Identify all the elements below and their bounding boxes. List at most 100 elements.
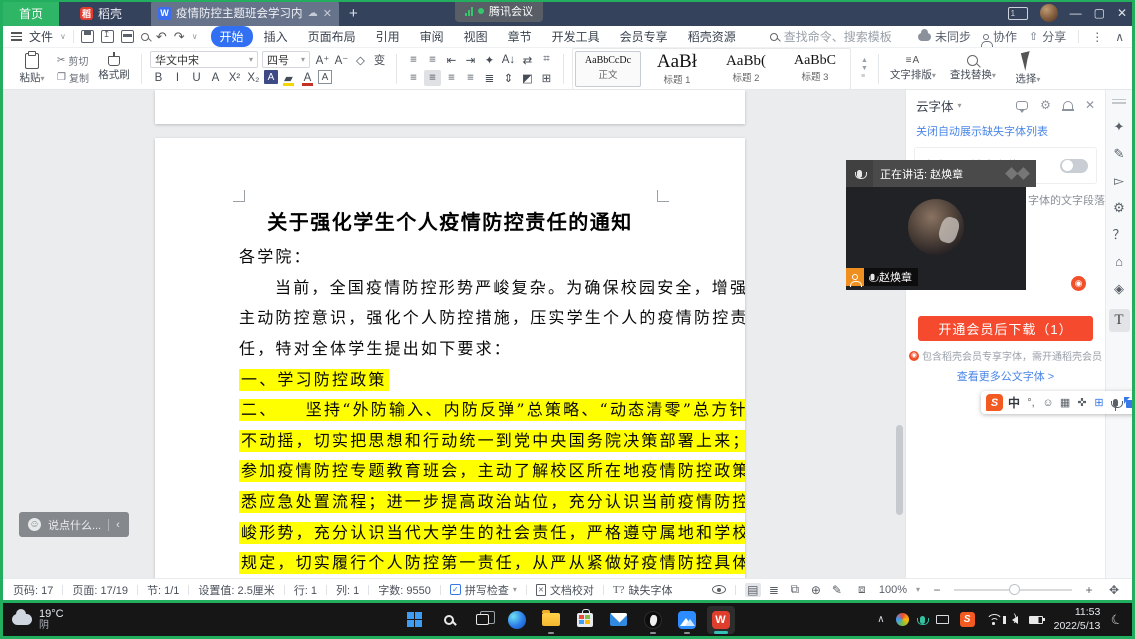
- ime-punctuation-icon[interactable]: °,: [1025, 397, 1037, 409]
- highlight-toggle[interactable]: [1060, 159, 1088, 173]
- sogou-logo-icon[interactable]: S: [986, 394, 1003, 411]
- weather-widget[interactable]: 19°C阴: [0, 608, 64, 631]
- undo-button[interactable]: ↶: [156, 29, 167, 45]
- highlight-color-icon[interactable]: ▰: [280, 70, 297, 86]
- find-replace-button[interactable]: 查找替换▾: [947, 55, 999, 82]
- hidden-icons-chevron[interactable]: ∧: [877, 614, 884, 625]
- font-color-icon[interactable]: A: [299, 70, 316, 86]
- sort-icon[interactable]: A↓: [500, 52, 517, 68]
- menu-tab-稻壳资源[interactable]: 稻壳资源: [679, 26, 745, 47]
- drag-handle-icon[interactable]: [1112, 97, 1126, 106]
- web-view-icon[interactable]: ⊕: [808, 583, 824, 597]
- style-card-正文[interactable]: AaBbCcDc正文: [575, 51, 641, 87]
- ime-voice-icon[interactable]: [1113, 399, 1118, 407]
- grow-font-icon[interactable]: A⁺: [314, 52, 331, 68]
- style-card-标题 1[interactable]: AaBł标题 1: [644, 51, 710, 87]
- download-after-vip-button[interactable]: 开通会员后下载（1）: [918, 316, 1093, 341]
- status-item[interactable]: 列: 1: [336, 582, 359, 598]
- status-item[interactable]: 设置值: 2.5厘米: [198, 582, 274, 598]
- increase-indent-icon[interactable]: ⇥: [462, 52, 479, 68]
- participant-video[interactable]: 赵焕章: [846, 187, 1026, 290]
- text-layout-button[interactable]: ≡A 文字排版▾: [887, 55, 939, 82]
- ink-mode-icon[interactable]: ✎: [829, 583, 845, 597]
- tab-document[interactable]: W 疫情防控主题班会学习内容.docx ☁ ✕: [151, 0, 339, 26]
- menu-tab-引用[interactable]: 引用: [367, 26, 409, 47]
- tray-display-icon[interactable]: [936, 615, 949, 624]
- print-button[interactable]: [121, 30, 134, 43]
- font-size-select[interactable]: 四号▾: [262, 51, 310, 68]
- char-border-icon[interactable]: A: [318, 70, 332, 84]
- decrease-indent-icon[interactable]: ⇤: [443, 52, 460, 68]
- sogou-tray-icon[interactable]: S: [960, 612, 975, 627]
- mail-button[interactable]: [605, 606, 633, 634]
- hamburger-icon[interactable]: [11, 30, 22, 42]
- fullscreen-icon[interactable]: ✥: [1106, 583, 1122, 597]
- file-explorer-button[interactable]: [537, 606, 565, 634]
- wps-office-button[interactable]: W: [707, 606, 735, 634]
- tencent-meeting-button[interactable]: [673, 606, 701, 634]
- user-avatar[interactable]: [1040, 4, 1058, 22]
- status-item[interactable]: 节: 1/1: [147, 582, 179, 598]
- underline-button[interactable]: U: [188, 70, 205, 86]
- start-button[interactable]: [401, 606, 429, 634]
- redo-button[interactable]: ↷: [174, 29, 185, 45]
- sogou-ime-bar[interactable]: S 中°,☺▦✜⊞: [981, 391, 1135, 414]
- tab-marks-icon[interactable]: ⌗: [538, 52, 555, 68]
- char-spacing-icon[interactable]: A: [207, 70, 224, 86]
- scrollbar-thumb[interactable]: [896, 425, 903, 515]
- text-direction-icon[interactable]: ⇄: [519, 52, 536, 68]
- menu-tab-视图[interactable]: 视图: [455, 26, 497, 47]
- quick-launch-icon[interactable]: ✦: [1114, 120, 1125, 133]
- select-button[interactable]: 选择▾: [1007, 52, 1049, 86]
- tab-home[interactable]: 首页: [3, 0, 59, 26]
- clear-format-icon[interactable]: ◇: [352, 52, 369, 68]
- ime-emoji-icon[interactable]: ☺: [1042, 397, 1054, 409]
- meeting-chat-pill[interactable]: ☺ 说点什么... ‹: [19, 512, 129, 537]
- menu-tab-审阅[interactable]: 审阅: [411, 26, 453, 47]
- meeting-overlay[interactable]: 正在讲话: 赵焕章 赵焕章: [846, 160, 1036, 290]
- align-right-icon[interactable]: ≡: [443, 70, 460, 86]
- menu-tab-章节[interactable]: 章节: [499, 26, 541, 47]
- close-button[interactable]: ✕: [1117, 6, 1127, 20]
- close-document-icon[interactable]: ✕: [323, 7, 332, 20]
- zoom-level[interactable]: 100%: [879, 584, 907, 596]
- docer-shop-icon[interactable]: ⌂: [1115, 255, 1123, 268]
- ime-mode-chinese[interactable]: 中: [1008, 394, 1020, 411]
- ime-menu-icon[interactable]: ⊞: [1093, 396, 1105, 409]
- menu-tab-页面布局[interactable]: 页面布局: [299, 26, 365, 47]
- battery-icon[interactable]: [1029, 616, 1043, 624]
- menu-tab-插入[interactable]: 插入: [255, 26, 297, 47]
- tray-mic-icon[interactable]: [920, 616, 925, 624]
- align-center-icon[interactable]: ≡: [424, 70, 441, 86]
- share-button[interactable]: ⇧分享: [1029, 28, 1066, 45]
- format-painter-button[interactable]: 格式刷: [95, 56, 133, 82]
- clock[interactable]: 11:53 2022/5/13: [1054, 606, 1101, 632]
- command-search[interactable]: 查找命令、搜索模板: [770, 28, 892, 45]
- close-panel-icon[interactable]: ✕: [1085, 98, 1095, 112]
- export-button[interactable]: [101, 30, 114, 43]
- line-spacing-icon[interactable]: ⇕: [500, 70, 517, 86]
- status-item[interactable]: 页面: 17/19: [72, 582, 128, 598]
- ime-skin-icon[interactable]: [1126, 400, 1135, 408]
- ime-toolbox-icon[interactable]: ✜: [1076, 396, 1088, 409]
- file-menu[interactable]: 文件: [29, 28, 53, 45]
- italic-button[interactable]: I: [169, 70, 186, 86]
- superscript-icon[interactable]: X²: [226, 70, 243, 86]
- panel-title-caret-icon[interactable]: ▾: [958, 101, 962, 110]
- more-menu-icon[interactable]: ⋮: [1091, 30, 1103, 44]
- status-item[interactable]: 行: 1: [294, 582, 317, 598]
- numbering-icon[interactable]: ≡: [424, 52, 441, 68]
- select-cursor-icon[interactable]: ▻: [1114, 174, 1124, 187]
- shading-icon[interactable]: ◩: [519, 70, 536, 86]
- distribute-icon[interactable]: ≣: [481, 70, 498, 86]
- gear-icon[interactable]: ⚙: [1040, 98, 1051, 112]
- quickbar-more-icon[interactable]: ∨: [192, 32, 198, 41]
- close-missing-font-list-link[interactable]: 关闭自动展示缺失字体列表: [906, 120, 1105, 145]
- menu-tab-会员专享[interactable]: 会员专享: [611, 26, 677, 47]
- minimize-button[interactable]: —: [1070, 6, 1082, 20]
- collaborate-button[interactable]: 协作: [983, 28, 1017, 45]
- document-proofing-button[interactable]: ✕ 文档校对: [536, 582, 594, 598]
- justify-icon[interactable]: ≡: [462, 70, 479, 86]
- read-mode-icon[interactable]: ⧉: [787, 582, 803, 597]
- save-button[interactable]: [81, 30, 94, 43]
